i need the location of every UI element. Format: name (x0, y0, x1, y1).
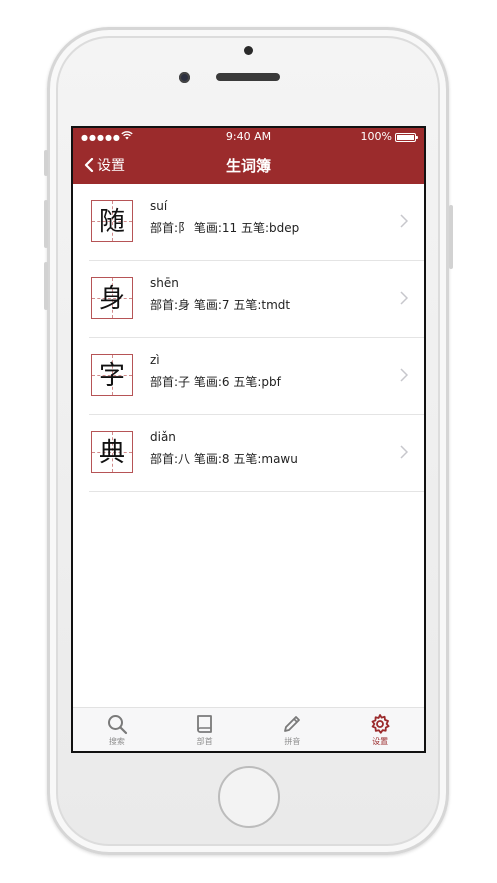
pencil-icon (284, 716, 301, 732)
character-meta: 部首:八 笔画:8 五笔:mawu (150, 452, 298, 466)
tab-radical[interactable]: 部首 (161, 708, 249, 751)
page-title: 生词簿 (225, 157, 271, 175)
pinyin: diǎn (150, 430, 176, 444)
front-sensor (244, 46, 253, 55)
chevron-right-icon (400, 445, 408, 459)
search-icon (107, 715, 127, 735)
tab-label: 部首 (196, 737, 213, 746)
gear-icon (371, 714, 390, 734)
list-item[interactable]: 典 diǎn 部首:八 笔画:8 五笔:mawu (89, 415, 424, 492)
character-meta: 部首:身 笔画:7 五笔:tmdt (150, 298, 291, 312)
volume-down-button (44, 262, 48, 310)
character-meta: 部首:阝 笔画:11 五笔:bdep (150, 221, 300, 235)
list-item[interactable]: 字 zì 部首:子 笔画:6 五笔:pbf (89, 338, 424, 415)
character-meta: 部首:子 笔画:6 五笔:pbf (150, 375, 281, 389)
front-camera (179, 72, 190, 83)
navigation-bar: 设置 生词簿 (73, 146, 424, 184)
tab-search[interactable]: 搜索 (73, 708, 161, 751)
battery-icon (395, 133, 418, 142)
tab-settings[interactable]: 设置 (336, 708, 424, 751)
tab-label: 设置 (372, 737, 389, 746)
character-box: 身 (91, 277, 133, 319)
app-screen: ●●●●● 9:40 AM 100% 设置 生词簿 随 suí 部首:阝 笔画:… (71, 126, 426, 753)
chevron-right-icon (400, 214, 408, 228)
earpiece-speaker (216, 73, 280, 81)
mute-switch (44, 150, 48, 176)
character: 随 (98, 207, 125, 237)
status-bar: ●●●●● 9:40 AM 100% (73, 128, 424, 146)
character-box: 典 (91, 431, 133, 473)
tab-label: 搜索 (108, 737, 125, 746)
tab-label: 拼音 (284, 737, 301, 746)
character: 身 (98, 284, 125, 314)
character-box: 字 (91, 354, 133, 396)
list-item[interactable]: 随 suí 部首:阝 笔画:11 五笔:bdep (89, 184, 424, 261)
pinyin: zì (150, 353, 160, 367)
pinyin: shēn (150, 276, 179, 290)
app-header: ●●●●● 9:40 AM 100% 设置 生词簿 (73, 128, 424, 184)
character-box: 随 (91, 200, 133, 242)
list-item[interactable]: 身 shēn 部首:身 笔画:7 五笔:tmdt (89, 261, 424, 338)
volume-up-button (44, 200, 48, 248)
tab-bar: 搜索 部首 拼音 设置 (73, 707, 424, 751)
character: 字 (98, 361, 125, 391)
pinyin: suí (150, 199, 168, 213)
tab-pinyin[interactable]: 拼音 (249, 708, 337, 751)
battery-percent: 100% (360, 130, 392, 143)
character: 典 (98, 438, 125, 468)
home-button[interactable] (218, 766, 280, 828)
book-icon (196, 715, 212, 733)
chevron-right-icon (400, 291, 408, 305)
power-button (449, 205, 453, 269)
word-list: 随 suí 部首:阝 笔画:11 五笔:bdep 身 shēn 部首:身 笔画:… (73, 184, 424, 492)
chevron-right-icon (400, 368, 408, 382)
